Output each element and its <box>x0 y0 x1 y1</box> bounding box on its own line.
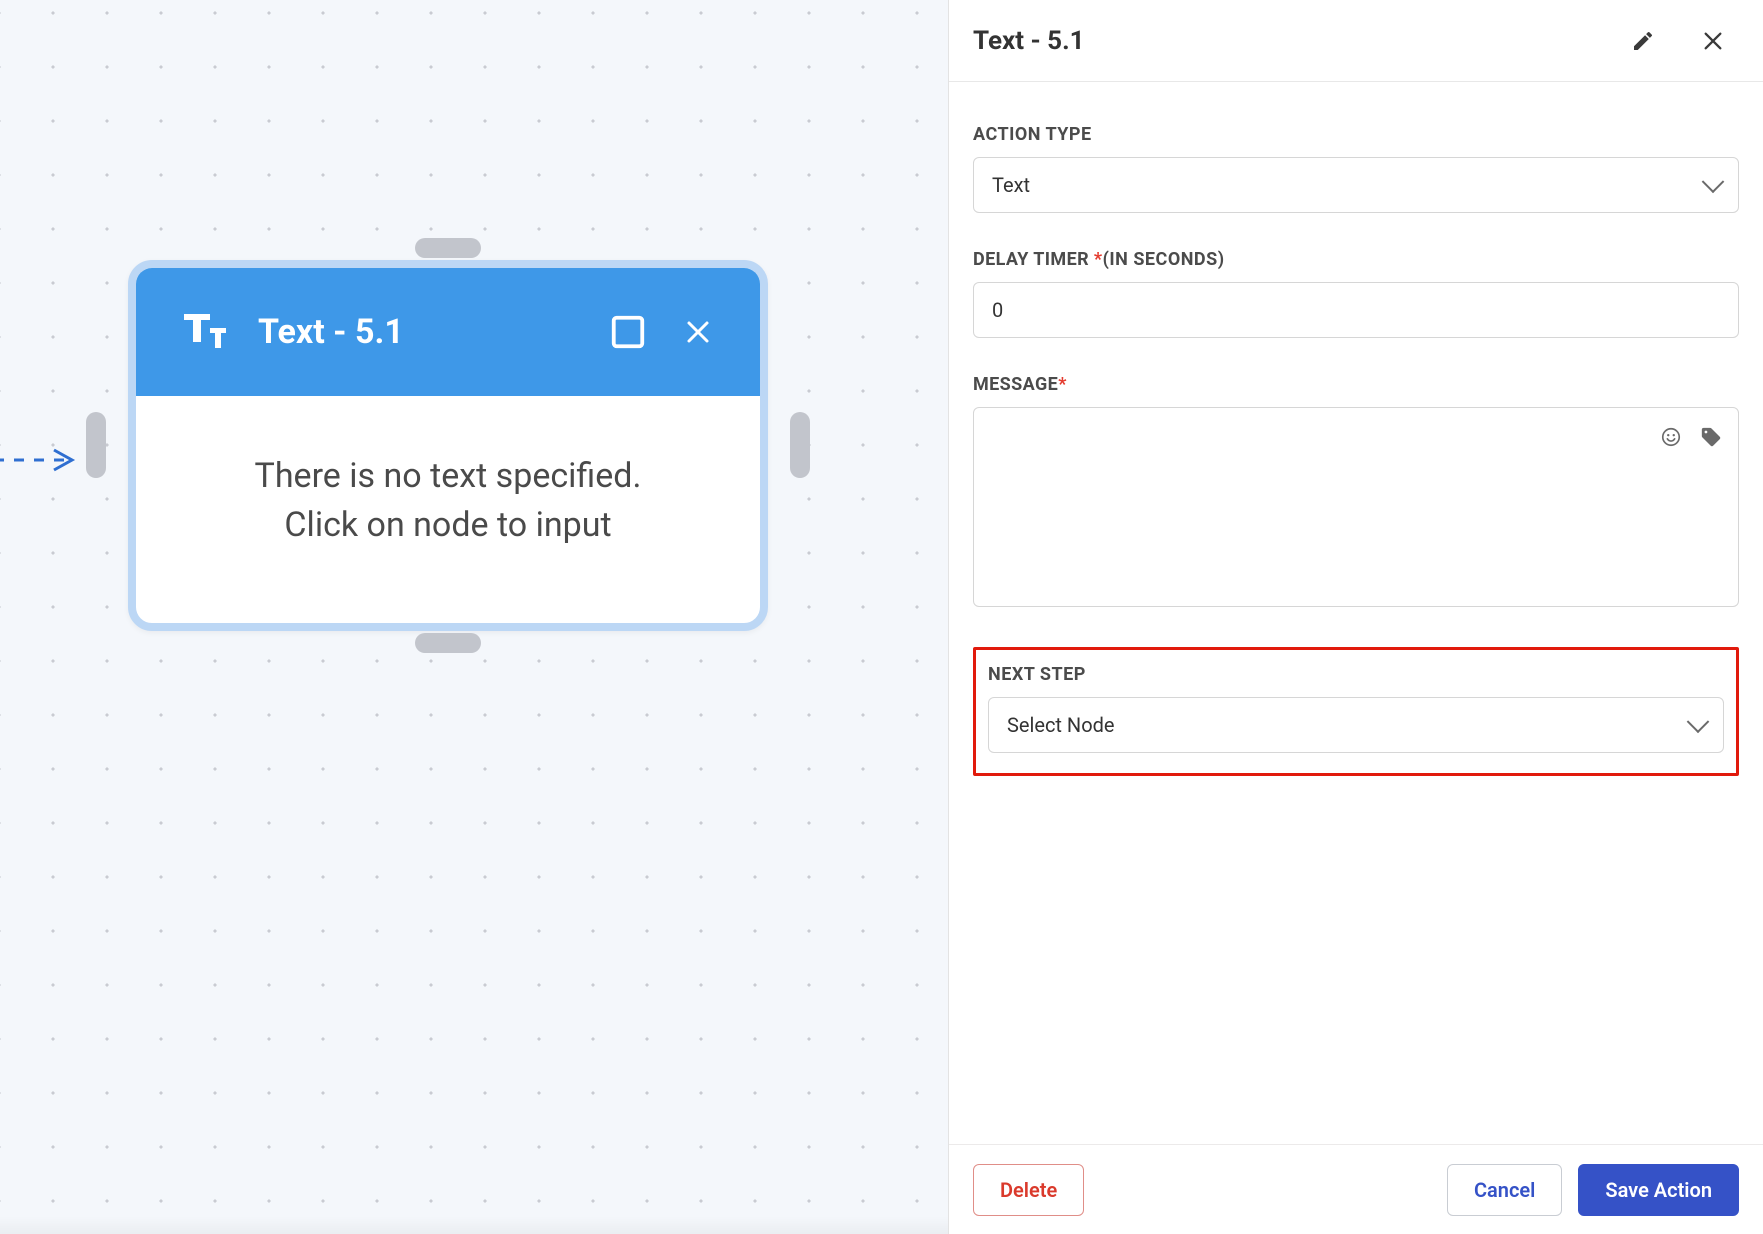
node-expand-button[interactable] <box>606 310 650 354</box>
panel-body: ACTION TYPE Text DELAY TIMER *(IN SECOND… <box>949 82 1763 1034</box>
next-step-label: NEXT STEP <box>988 664 1724 685</box>
node-port-top[interactable] <box>415 238 481 258</box>
text-type-icon <box>176 304 232 360</box>
delay-timer-label-main: DELAY TIMER <box>973 249 1094 270</box>
node-port-left[interactable] <box>86 412 106 478</box>
message-tools <box>1659 425 1723 449</box>
node-body-line1: There is no text specified. <box>176 452 720 501</box>
next-step-field: NEXT STEP Select Node <box>988 664 1724 753</box>
panel-title: Text - 5.1 <box>973 26 1589 56</box>
delete-button[interactable]: Delete <box>973 1164 1084 1216</box>
panel-header: Text - 5.1 <box>949 0 1763 82</box>
delay-timer-label: DELAY TIMER *(IN SECONDS) <box>973 249 1739 270</box>
panel-footer: Delete Cancel Save Action <box>949 1144 1763 1234</box>
action-type-select[interactable]: Text <box>973 157 1739 213</box>
message-label: MESSAGE* <box>973 374 1739 395</box>
delay-timer-field: DELAY TIMER *(IN SECONDS) <box>973 249 1739 338</box>
node-port-right[interactable] <box>790 412 810 478</box>
delay-timer-label-suffix: (IN SECONDS) <box>1103 249 1225 270</box>
action-type-label: ACTION TYPE <box>973 124 1739 145</box>
next-step-select[interactable]: Select Node <box>988 697 1724 753</box>
properties-panel: Text - 5.1 ACTION TYPE Text DELAY TIMER … <box>948 0 1763 1234</box>
message-label-text: MESSAGE <box>973 374 1058 395</box>
node-title: Text - 5.1 <box>258 312 580 352</box>
message-field: MESSAGE* <box>973 374 1739 611</box>
cancel-button[interactable]: Cancel <box>1447 1164 1562 1216</box>
action-type-field: ACTION TYPE Text <box>973 124 1739 213</box>
edit-button[interactable] <box>1627 25 1659 57</box>
node-body-line2: Click on node to input <box>176 501 720 550</box>
message-required-star: * <box>1058 374 1067 395</box>
flow-canvas[interactable]: Text - 5.1 There is no text specified. C… <box>0 0 948 1234</box>
node-header: Text - 5.1 <box>136 268 760 396</box>
emoji-icon[interactable] <box>1659 425 1683 449</box>
next-step-highlight: NEXT STEP Select Node <box>973 647 1739 776</box>
message-textarea[interactable] <box>973 407 1739 607</box>
close-panel-button[interactable] <box>1697 25 1729 57</box>
delay-timer-required-star: * <box>1094 249 1103 270</box>
delay-timer-input[interactable] <box>973 282 1739 338</box>
node-body[interactable]: There is no text specified. Click on nod… <box>136 396 760 623</box>
save-action-button[interactable]: Save Action <box>1578 1164 1739 1216</box>
text-node[interactable]: Text - 5.1 There is no text specified. C… <box>128 260 768 631</box>
node-port-bottom[interactable] <box>415 633 481 653</box>
node-close-button[interactable] <box>676 310 720 354</box>
tag-icon[interactable] <box>1699 425 1723 449</box>
